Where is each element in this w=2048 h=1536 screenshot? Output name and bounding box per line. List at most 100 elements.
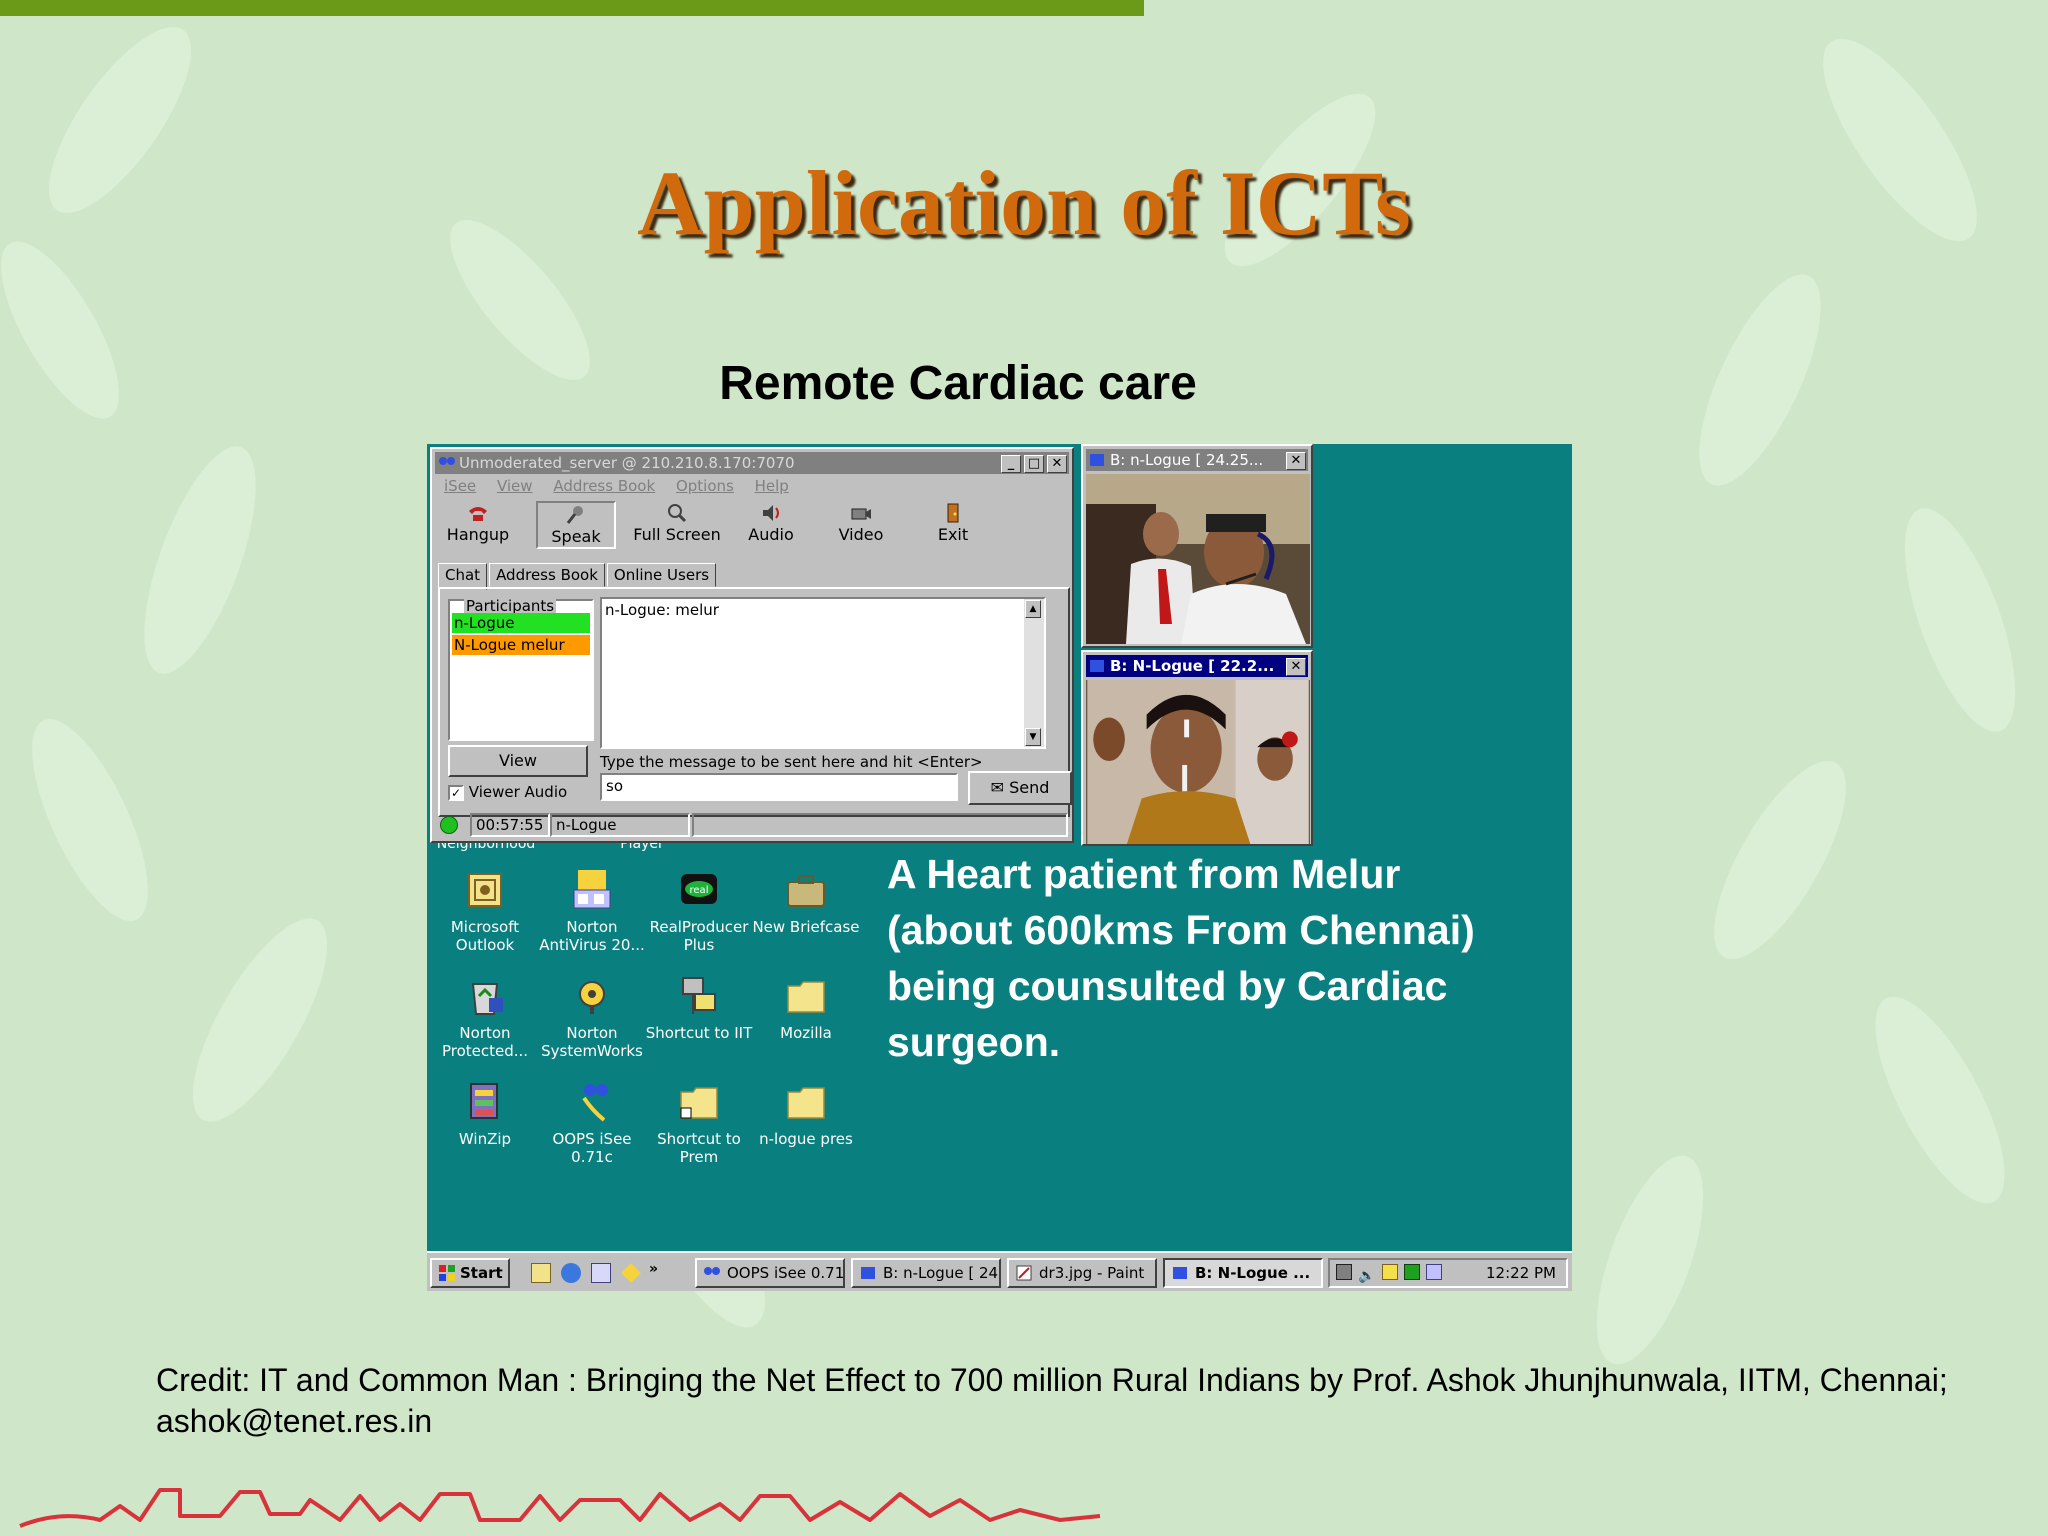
- taskbar-item-label: OOPS iSee 0.71: [727, 1264, 845, 1282]
- outlook-icon: [468, 873, 502, 907]
- svg-text:real: real: [690, 885, 709, 896]
- status-indicator-icon: [440, 816, 458, 834]
- desktop-icon-label: WinZip: [458, 1130, 512, 1148]
- desktop-icon-mozilla[interactable]: Mozilla: [751, 974, 861, 1042]
- desktop-icon-systemworks[interactable]: Norton SystemWorks: [537, 974, 647, 1060]
- close-button[interactable]: ✕: [1047, 455, 1067, 473]
- desktop-icon-shortcut-prem[interactable]: Shortcut to Prem: [644, 1080, 754, 1166]
- view-button[interactable]: View: [448, 745, 588, 777]
- status-time: 00:57:55: [470, 813, 550, 837]
- tab-address-book[interactable]: Address Book: [489, 563, 605, 587]
- video-titlebar[interactable]: B: n-Logue [ 24.25... ✕: [1086, 449, 1308, 471]
- menu-isee[interactable]: iSee: [444, 477, 476, 495]
- desktop-screenshot: Neighborhood Player Microsoft Outlook No…: [427, 444, 1572, 1291]
- tray-volume-icon[interactable]: 🔈: [1358, 1263, 1375, 1289]
- menu-help[interactable]: Help: [755, 477, 789, 495]
- quicklaunch-channels-icon[interactable]: [621, 1263, 641, 1283]
- quicklaunch-desktop-icon[interactable]: [591, 1263, 611, 1283]
- maximize-button[interactable]: □: [1024, 455, 1044, 473]
- video-app-icon: [1173, 1267, 1187, 1279]
- menu-address-book[interactable]: Address Book: [553, 477, 655, 495]
- participant-row[interactable]: N-Logue melur: [452, 635, 590, 655]
- desktop-icon-label: RealProducer Plus: [649, 918, 749, 954]
- village-skyline-art: [19, 1488, 1101, 1528]
- audio-button[interactable]: Audio: [736, 501, 806, 549]
- viewer-audio-checkbox[interactable]: ✓ Viewer Audio: [448, 783, 567, 801]
- doctor-video-feed: [1086, 474, 1310, 644]
- video-button[interactable]: Video: [826, 501, 896, 549]
- tray-shield-icon[interactable]: [1404, 1264, 1420, 1280]
- viewer-audio-label: Viewer Audio: [468, 783, 568, 801]
- hangup-button[interactable]: Hangup: [438, 501, 518, 549]
- scroll-up-arrow-icon[interactable]: ▲: [1025, 600, 1041, 618]
- desktop-icon-outlook[interactable]: Microsoft Outlook: [430, 868, 540, 954]
- quicklaunch-outlook-icon[interactable]: [531, 1263, 551, 1283]
- taskbar-item-isee[interactable]: OOPS iSee 0.71: [695, 1258, 845, 1288]
- video-label: Video: [838, 525, 884, 544]
- scroll-down-arrow-icon[interactable]: ▼: [1025, 728, 1041, 746]
- magnifier-icon: [668, 504, 687, 523]
- briefcase-icon: [787, 875, 825, 907]
- taskbar-item-paint[interactable]: dr3.jpg - Paint: [1007, 1258, 1157, 1288]
- desktop-icon-norton-protected[interactable]: Norton Protected...: [430, 974, 540, 1060]
- send-label: Send: [1009, 778, 1050, 797]
- taskbar-item-video-2[interactable]: B: N-Logue ...: [1163, 1258, 1323, 1288]
- message-input[interactable]: so: [600, 773, 958, 801]
- tab-chat[interactable]: Chat: [438, 563, 488, 590]
- toolbar: Hangup Speak Full Screen Audio Video Exi…: [436, 501, 1068, 549]
- participant-row[interactable]: n-Logue: [452, 613, 590, 633]
- taskbar-item-video-1[interactable]: B: n-Logue [ 24...: [851, 1258, 1001, 1288]
- patient-caption: A Heart patient from Melur (about 600kms…: [887, 851, 1475, 1065]
- isee-app-icon: [704, 1267, 720, 1275]
- desktop-icon-label: Norton SystemWorks: [541, 1024, 643, 1060]
- checkbox-box[interactable]: ✓: [448, 784, 464, 801]
- winzip-icon: [470, 1083, 498, 1119]
- chat-panel: Participants n-Logue N-Logue melur View …: [438, 587, 1072, 817]
- tray-network-icon[interactable]: [1336, 1264, 1352, 1280]
- fullscreen-button[interactable]: Full Screen: [632, 501, 722, 549]
- system-tray: 🔈 12:22 PM: [1328, 1258, 1568, 1288]
- close-button[interactable]: ✕: [1286, 452, 1306, 470]
- credit-text: Credit: IT and Common Man : Bringing the…: [156, 1362, 1948, 1439]
- desktop-icon-label: OOPS iSee 0.71c: [552, 1130, 632, 1166]
- desktop-icon-winzip[interactable]: WinZip: [430, 1080, 540, 1148]
- minimize-button[interactable]: _: [1001, 455, 1021, 473]
- desktop-icon-briefcase[interactable]: New Briefcase: [751, 868, 861, 936]
- speaker-icon: [763, 505, 779, 521]
- quicklaunch-more-icon[interactable]: »: [649, 1261, 658, 1277]
- chat-scrollbar[interactable]: ▲ ▼: [1024, 599, 1044, 747]
- network-computer-icon: [682, 977, 716, 1014]
- send-button[interactable]: ✉ Send: [968, 771, 1072, 805]
- video-title: B: N-Logue [ 22.2...: [1110, 657, 1275, 675]
- recycle-bin-icon: [471, 983, 503, 1015]
- camera-icon: [851, 508, 871, 520]
- menu-view[interactable]: View: [497, 477, 533, 495]
- status-user: n-Logue: [550, 813, 690, 837]
- desktop-icon-realproducer[interactable]: real RealProducer Plus: [644, 868, 754, 954]
- video-titlebar[interactable]: B: N-Logue [ 22.2... ✕: [1086, 655, 1308, 677]
- desktop-icon-shortcut-iit[interactable]: Shortcut to IIT: [644, 974, 754, 1042]
- menu-options[interactable]: Options: [676, 477, 734, 495]
- chat-message: n-Logue: melur: [605, 601, 719, 619]
- tab-online-users[interactable]: Online Users: [606, 563, 717, 587]
- video-app-icon: [1090, 454, 1104, 466]
- window-titlebar[interactable]: Unmoderated_server @ 210.210.8.170:7070 …: [435, 452, 1069, 474]
- door-icon: [947, 503, 959, 523]
- participants-list[interactable]: Participants n-Logue N-Logue melur: [448, 597, 594, 741]
- close-button[interactable]: ✕: [1286, 658, 1306, 676]
- desktop-icon-norton-antivirus[interactable]: Norton AntiVirus 20...: [537, 868, 647, 954]
- quicklaunch-ie-icon[interactable]: [561, 1263, 581, 1283]
- tray-display-icon[interactable]: [1426, 1264, 1442, 1280]
- desktop-icon-label: Norton Protected...: [441, 1024, 529, 1060]
- taskbar-item-label: dr3.jpg - Paint: [1039, 1264, 1145, 1282]
- exit-button[interactable]: Exit: [918, 501, 988, 549]
- tray-notes-icon[interactable]: [1382, 1264, 1398, 1280]
- desktop-icon-oops-isee[interactable]: OOPS iSee 0.71c: [537, 1080, 647, 1166]
- speak-button[interactable]: Speak: [536, 501, 616, 549]
- paint-app-icon: [1016, 1265, 1032, 1281]
- start-button[interactable]: Start: [430, 1258, 510, 1288]
- video-app-icon: [1090, 660, 1104, 672]
- desktop-icon-nlogue-pres[interactable]: n-logue pres: [751, 1080, 861, 1148]
- slide-subtitle: Remote Cardiac care: [719, 357, 1197, 410]
- chat-log[interactable]: n-Logue: melur ▲ ▼: [600, 597, 1046, 749]
